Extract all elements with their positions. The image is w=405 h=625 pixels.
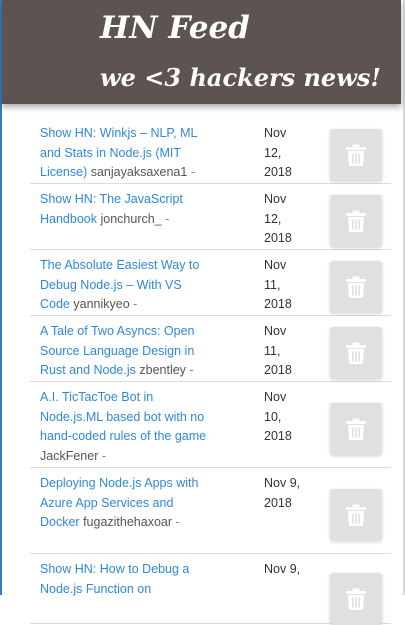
trash-icon xyxy=(346,418,366,440)
feed-row-text: Deploying Node.js Apps with Azure App Se… xyxy=(40,474,212,533)
feed-row-text: Show HN: The JavaScript Handbook jonchur… xyxy=(40,190,212,229)
feed-row[interactable]: A.I. TicTacToe Bot in Node.js.ML based b… xyxy=(30,382,391,468)
delete-button[interactable] xyxy=(330,195,382,247)
delete-button[interactable] xyxy=(330,573,382,625)
trash-icon xyxy=(346,342,366,364)
news-feed-list: Show HN: Winkjs – NLP, ML and Stats in N… xyxy=(30,118,391,625)
story-author: JackFener xyxy=(40,448,99,463)
delete-button[interactable] xyxy=(330,261,382,313)
story-title-link[interactable]: A.I. TicTacToe Bot in Node.js.ML based b… xyxy=(40,390,206,443)
header-title: HN Feed xyxy=(100,10,250,46)
author-separator: - xyxy=(101,448,107,463)
header-subtitle: we <3 hackers news! xyxy=(100,63,381,92)
story-date: Nov 12, 2018 xyxy=(264,192,292,245)
feed-row[interactable]: Show HN: The JavaScript Handbook jonchur… xyxy=(30,184,391,250)
delete-button[interactable] xyxy=(330,489,382,541)
feed-row-text: A.I. TicTacToe Bot in Node.js.ML based b… xyxy=(40,388,212,466)
trash-icon xyxy=(346,504,366,526)
feed-row-text: Show HN: How to Debug a Node.js Function… xyxy=(40,560,212,599)
author-separator: - xyxy=(175,515,180,529)
story-date: Nov 9, 2018 xyxy=(264,476,301,510)
story-title-link[interactable]: Show HN: How to Debug a Node.js Function… xyxy=(40,562,189,596)
story-date: Nov 11, 2018 xyxy=(264,258,292,311)
story-author: jonchurch_ xyxy=(100,211,162,226)
author-separator: - xyxy=(190,165,195,179)
trash-icon xyxy=(346,276,366,298)
author-separator: - xyxy=(189,363,194,377)
story-author: sanjayaksaxena1 xyxy=(90,165,188,179)
story-author: zbentley xyxy=(139,363,186,377)
feed-row[interactable]: The Absolute Easiest Way to Debug Node.j… xyxy=(30,250,391,316)
header-banner: HN Feed we <3 hackers news! xyxy=(2,0,401,104)
author-separator: - xyxy=(133,297,138,311)
feed-row-text: A Tale of Two Asyncs: Open Source Langua… xyxy=(40,322,212,381)
author-separator: - xyxy=(165,211,170,226)
story-author: fugazithehaxoar xyxy=(83,515,173,529)
delete-button[interactable] xyxy=(330,129,382,181)
story-author: yannikyeo xyxy=(73,297,130,311)
feed-row[interactable]: Show HN: Winkjs – NLP, ML and Stats in N… xyxy=(30,118,391,184)
feed-row[interactable]: Deploying Node.js Apps with Azure App Se… xyxy=(30,468,391,554)
feed-row[interactable]: Show HN: How to Debug a Node.js Function… xyxy=(30,554,391,625)
feed-row-text: The Absolute Easiest Way to Debug Node.j… xyxy=(40,256,212,315)
feed-row-text: Show HN: Winkjs – NLP, ML and Stats in N… xyxy=(40,124,212,183)
story-date: Nov 12, 2018 xyxy=(264,126,292,179)
feed-row[interactable]: A Tale of Two Asyncs: Open Source Langua… xyxy=(30,316,391,382)
trash-icon xyxy=(346,144,366,166)
story-date: Nov 11, 2018 xyxy=(264,324,292,377)
delete-button[interactable] xyxy=(330,403,382,455)
delete-button[interactable] xyxy=(330,327,382,379)
trash-icon xyxy=(346,210,366,232)
trash-icon xyxy=(346,588,366,610)
story-date: Nov 10, 2018 xyxy=(264,390,292,443)
story-date: Nov 9, xyxy=(264,562,301,576)
